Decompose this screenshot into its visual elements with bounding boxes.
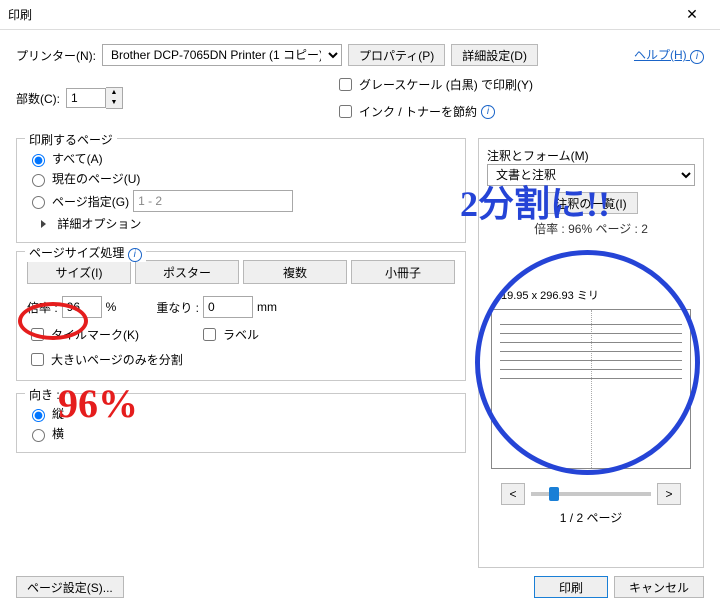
page-setup-button[interactable]: ページ設定(S)... [16,576,124,598]
titlebar: 印刷 ✕ [0,0,720,30]
overlap-field: 重なり : mm [156,296,277,318]
orient-landscape-radio[interactable]: 横 [27,425,455,442]
size-tab[interactable]: サイズ(I) [27,260,131,284]
copies-input[interactable] [66,88,106,108]
dialog-body: プリンター(N): Brother DCP-7065DN Printer (1 … [0,30,720,608]
copies-label: 部数(C): [16,90,60,107]
pager-label: 1 / 2 ページ [487,509,695,526]
preview-legend: 注釈とフォーム(M) [487,149,589,163]
preview-infoline: 倍率 : 96% ページ : 2 [487,220,695,237]
pages-range-row: ページ指定(G) [27,190,455,212]
print-button[interactable]: 印刷 [534,576,608,598]
preview-group: 注釈とフォーム(M) 文書と注釈 注釈の一覧(I) 倍率 : 96% ページ :… [478,138,704,568]
pages-group: 印刷するページ すべて(A) 現在のページ(U) ページ指定(G) 詳細オプショ… [16,138,466,243]
preview-nav: < > [487,483,695,505]
preview-page [491,309,691,469]
scale-label: 倍率 : [27,299,58,316]
scale-field: 倍率 : % [27,296,116,318]
pages-more-toggle[interactable]: 詳細オプション [41,215,455,232]
grayscale-check[interactable]: グレースケール (白黒) で印刷(Y) [335,75,533,94]
pages-range-radio[interactable] [32,196,45,209]
pages-legend: 印刷するページ [25,131,117,148]
printer-row: プリンター(N): Brother DCP-7065DN Printer (1 … [16,44,704,66]
prev-page-button[interactable]: < [501,483,525,505]
close-icon[interactable]: ✕ [672,6,712,23]
copies-row: 部数(C): ▲▼ グレースケール (白黒) で印刷(Y) インク / トナーを… [16,72,704,124]
orient-group: 向き : 縦 横 [16,393,466,453]
pages-current-radio[interactable]: 現在のページ(U) [27,170,455,187]
pages-all-radio[interactable]: すべて(A) [27,150,455,167]
bigonly-check[interactable]: 大きいページのみを分割 [27,350,455,369]
annotation-summary-button[interactable]: 注釈の一覧(I) [544,192,637,214]
footer: ページ設定(S)... 印刷 キャンセル [16,576,704,598]
pages-range-input[interactable] [133,190,293,212]
advanced-button[interactable]: 詳細設定(D) [451,44,538,66]
multi-tab[interactable]: 複数 [243,260,347,284]
spin-up-icon[interactable]: ▲ [106,88,122,98]
annotations-select[interactable]: 文書と注釈 [487,164,695,186]
info-icon: i [690,50,704,64]
booklet-tab[interactable]: 小冊子 [351,260,455,284]
printer-select[interactable]: Brother DCP-7065DN Printer (1 コピー) [102,44,342,66]
sizing-tabs: サイズ(I) ポスター 複数 小冊子 [27,260,455,284]
labels-check[interactable]: ラベル [199,325,259,344]
page-slider[interactable] [531,492,651,496]
window-title: 印刷 [8,6,672,23]
info-icon: i [481,105,495,119]
poster-tab[interactable]: ポスター [135,260,239,284]
spin-down-icon[interactable]: ▼ [106,98,122,108]
preview-dimensions: 19.95 x 296.93 ミリ [487,287,695,303]
sizing-group: ページサイズ処理 i サイズ(I) ポスター 複数 小冊子 倍率 : % 重なり… [16,251,466,381]
orient-legend: 向き : [25,386,64,403]
properties-button[interactable]: プロパティ(P) [348,44,445,66]
triangle-right-icon [41,220,46,228]
printer-label: プリンター(N): [16,47,96,64]
pages-range-label: ページ指定(G) [52,193,129,210]
savetoner-check[interactable]: インク / トナーを節約 i [335,102,533,121]
sizing-legend: ページサイズ処理 i [25,244,146,262]
help-link[interactable]: ヘルプ(H) i [634,46,704,64]
cancel-button[interactable]: キャンセル [614,576,704,598]
scale-input[interactable] [62,296,102,318]
next-page-button[interactable]: > [657,483,681,505]
tilemark-check[interactable]: タイルマーク(K) [27,325,139,344]
copies-spinner[interactable]: ▲▼ [66,87,123,109]
info-icon: i [128,248,142,262]
overlap-input[interactable] [203,296,253,318]
overlap-label: 重なり : [156,299,199,316]
orient-portrait-radio[interactable]: 縦 [27,405,455,422]
